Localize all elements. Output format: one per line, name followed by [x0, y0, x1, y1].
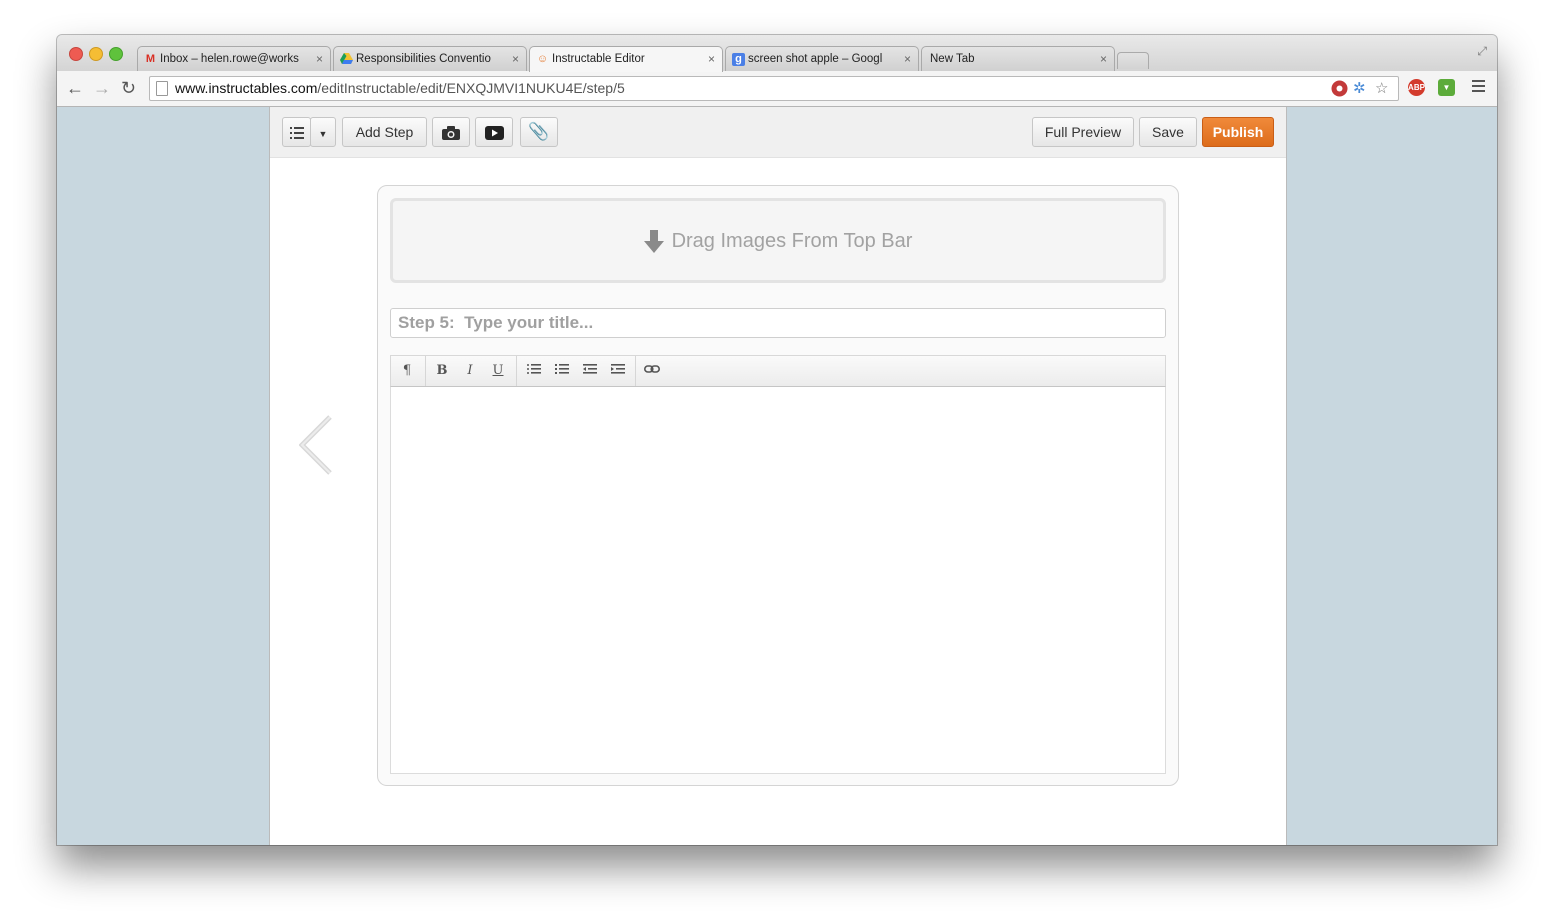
tab-instructable-editor[interactable]: ☺ Instructable Editor × — [529, 46, 723, 72]
browser-toolbar: ← → ↻ www.instructables.com/editInstruct… — [57, 71, 1497, 107]
forward-icon[interactable]: → — [93, 78, 111, 98]
close-window-button[interactable] — [69, 47, 83, 61]
reload-icon[interactable]: ↻ — [121, 78, 136, 98]
zoom-window-button[interactable] — [109, 47, 123, 61]
tab-close-icon[interactable]: × — [316, 47, 323, 71]
browser-window: M Inbox – helen.rowe@works × Responsibil… — [57, 35, 1497, 845]
numbered-list-icon — [555, 363, 569, 378]
arrow-down-icon — [643, 201, 664, 281]
step-editor-panel: Drag Images From Top Bar ¶ B I U — [377, 185, 1179, 786]
indent-icon — [611, 363, 625, 378]
indent-button[interactable] — [609, 362, 627, 380]
fullscreen-icon[interactable]: ⤢ — [1477, 44, 1487, 59]
google-search-icon: g — [732, 53, 745, 66]
back-icon[interactable]: ← — [66, 78, 84, 98]
camera-icon — [442, 124, 460, 141]
tab-google-search[interactable]: g screen shot apple – Googl × — [725, 46, 919, 71]
instructables-icon: ☺ — [536, 53, 549, 65]
attach-file-button[interactable]: 📎 — [520, 117, 558, 147]
bold-button[interactable]: B — [433, 362, 451, 380]
tab-close-icon[interactable]: × — [512, 47, 519, 71]
insert-link-button[interactable] — [643, 362, 661, 380]
paragraph-format-button[interactable]: ¶ — [398, 362, 416, 380]
tab-new-tab[interactable]: New Tab × — [921, 46, 1115, 71]
add-photo-button[interactable] — [432, 117, 470, 147]
step-list-dropdown[interactable]: ▼ — [310, 117, 336, 147]
lastpass-icon[interactable] — [1331, 80, 1348, 101]
toolbar-divider — [425, 356, 426, 386]
address-bar[interactable]: www.instructables.com/editInstructable/e… — [149, 76, 1399, 101]
outdent-button[interactable] — [581, 362, 599, 380]
network-icon[interactable]: ✲ — [1353, 80, 1366, 97]
tab-inbox[interactable]: M Inbox – helen.rowe@works × — [137, 46, 331, 71]
link-icon — [644, 363, 660, 378]
extension-green-icon[interactable]: ▼ — [1438, 79, 1455, 96]
save-button[interactable]: Save — [1139, 117, 1197, 147]
caret-down-icon: ▼ — [318, 129, 328, 139]
editor-top-bar: ▼ Add Step 📎 Full Preview Save Publish — [270, 107, 1286, 158]
bulleted-list-icon — [527, 363, 541, 378]
new-tab-button[interactable] — [1117, 52, 1149, 69]
tab-responsibilities[interactable]: Responsibilities Conventio × — [333, 46, 527, 71]
minimize-window-button[interactable] — [89, 47, 103, 61]
tab-close-icon[interactable]: × — [904, 47, 911, 71]
previous-step-arrow-icon[interactable] — [298, 415, 333, 480]
tab-close-icon[interactable]: × — [708, 47, 715, 71]
chrome-menu-icon[interactable] — [1472, 80, 1485, 95]
bulleted-list-button[interactable] — [525, 362, 543, 380]
step-list-button[interactable] — [282, 117, 311, 147]
italic-button[interactable]: I — [461, 362, 479, 380]
full-preview-button[interactable]: Full Preview — [1032, 117, 1134, 147]
image-dropzone[interactable]: Drag Images From Top Bar — [390, 198, 1166, 283]
url-host: www.instructables.com — [175, 80, 318, 96]
underline-button[interactable]: U — [489, 362, 507, 380]
step-title-input[interactable] — [390, 308, 1166, 338]
publish-button[interactable]: Publish — [1202, 117, 1274, 147]
editor-content: ▼ Add Step 📎 Full Preview Save Publish D… — [269, 107, 1287, 845]
url-path: /editInstructable/edit/ENXQJMVI1NUKU4E/s… — [317, 80, 625, 96]
toolbar-divider — [635, 356, 636, 386]
add-video-button[interactable] — [475, 117, 513, 147]
tab-close-icon[interactable]: × — [1100, 47, 1107, 71]
toolbar-divider — [516, 356, 517, 386]
list-icon — [289, 124, 304, 140]
outdent-icon — [583, 363, 597, 378]
page-viewport: ▼ Add Step 📎 Full Preview Save Publish D… — [57, 107, 1497, 845]
numbered-list-button[interactable] — [553, 362, 571, 380]
youtube-icon — [484, 124, 504, 141]
add-step-button[interactable]: Add Step — [342, 117, 427, 147]
rich-text-toolbar: ¶ B I U — [390, 355, 1166, 387]
dropzone-text: Drag Images From Top Bar — [671, 230, 913, 252]
step-body-editor[interactable] — [390, 387, 1166, 774]
bookmark-star-icon[interactable]: ☆ — [1375, 80, 1388, 97]
gmail-icon: M — [145, 53, 156, 65]
tab-strip: M Inbox – helen.rowe@works × Responsibil… — [57, 35, 1497, 72]
paperclip-icon: 📎 — [528, 122, 550, 141]
google-drive-icon — [340, 53, 353, 66]
adblock-plus-icon[interactable]: ABP — [1408, 79, 1425, 96]
page-icon — [156, 81, 168, 96]
